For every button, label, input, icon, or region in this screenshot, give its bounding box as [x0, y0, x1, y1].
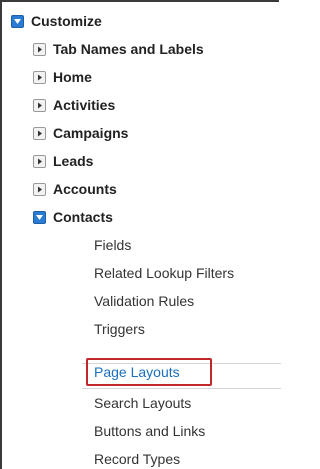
tree-link-validation-rules[interactable]: Validation Rules — [94, 291, 194, 311]
collapsed-toggle-icon[interactable] — [33, 70, 46, 84]
collapsed-toggle-icon[interactable] — [33, 154, 46, 168]
tree-node-label: Contacts — [53, 209, 113, 225]
tree-node-label: Activities — [53, 97, 116, 113]
tree-node-label: Tab Names and Labels — [53, 41, 204, 57]
collapsed-toggle-icon[interactable] — [33, 126, 46, 140]
tree-link-label[interactable]: Related Lookup Filters — [94, 265, 234, 281]
tree-link-label[interactable]: Record Types — [94, 451, 180, 467]
tree-link-label[interactable]: Triggers — [94, 321, 145, 337]
tree-link-related-lookup-filters[interactable]: Related Lookup Filters — [94, 263, 234, 283]
expanded-toggle-icon[interactable] — [11, 14, 24, 28]
tree-link-label[interactable]: Validation Rules — [94, 293, 194, 309]
tree-link-triggers[interactable]: Triggers — [94, 319, 145, 339]
tree-node-activities[interactable]: Activities — [33, 95, 115, 115]
collapsed-toggle-icon[interactable] — [33, 182, 46, 196]
tree-node-leads[interactable]: Leads — [33, 151, 93, 171]
tree-node-label: Leads — [53, 153, 94, 169]
tree-link-search-layouts[interactable]: Search Layouts — [94, 393, 191, 413]
tree-link-label[interactable]: Search Layouts — [94, 395, 191, 411]
highlight-box — [86, 358, 212, 386]
expanded-toggle-icon[interactable] — [33, 210, 46, 224]
tree-node-label: Home — [53, 69, 92, 85]
tree-node-campaigns[interactable]: Campaigns — [33, 123, 128, 143]
tree-node-accounts[interactable]: Accounts — [33, 179, 117, 199]
tree-node-home[interactable]: Home — [33, 67, 92, 87]
tree-node-contacts[interactable]: Contacts — [33, 207, 113, 227]
tree-link-fields[interactable]: Fields — [94, 235, 131, 255]
tree-link-buttons-and-links[interactable]: Buttons and Links — [94, 421, 205, 441]
tree-link-label[interactable]: Fields — [94, 237, 131, 253]
tree-node-label: Customize — [31, 13, 102, 29]
tree-node-label: Accounts — [53, 181, 117, 197]
tree-link-record-types[interactable]: Record Types — [94, 449, 180, 469]
tree-link-label[interactable]: Buttons and Links — [94, 423, 205, 439]
tree-node-customize[interactable]: Customize — [11, 11, 102, 31]
collapsed-toggle-icon[interactable] — [33, 42, 46, 56]
tree-node-tab-names-and-labels[interactable]: Tab Names and Labels — [33, 39, 204, 59]
setup-tree-panel: Customize Tab Names and Labels Home Acti… — [0, 0, 281, 469]
tree-node-label: Campaigns — [53, 125, 129, 141]
collapsed-toggle-icon[interactable] — [33, 98, 46, 112]
